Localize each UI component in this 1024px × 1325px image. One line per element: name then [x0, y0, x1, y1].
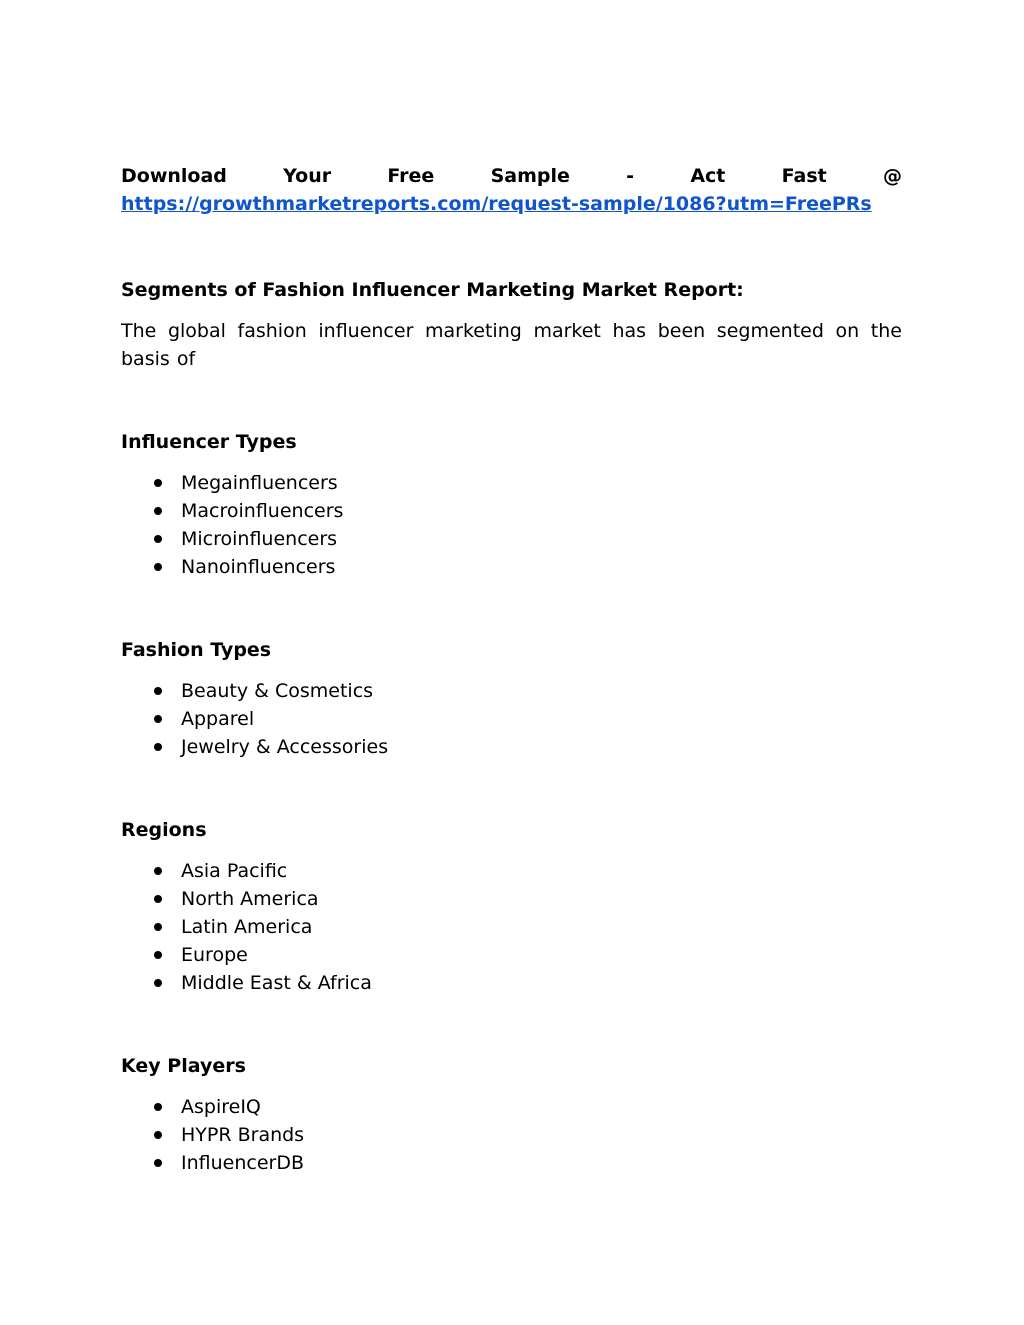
list-item-label: Macroinfluencers	[181, 500, 344, 522]
cta-word: Fast	[781, 165, 827, 187]
segment-list: AspireIQ HYPR Brands InfluencerDB	[121, 1093, 902, 1177]
list-item-label: Apparel	[181, 708, 255, 730]
list-item: Megainfluencers	[121, 469, 902, 497]
list-item: Microinfluencers	[121, 525, 902, 553]
list-item-label: Megainfluencers	[181, 472, 338, 494]
cta-word: @	[883, 165, 902, 187]
segments-intro-paragraph: The global fashion influencer marketing …	[121, 320, 902, 370]
cta-word: -	[626, 165, 635, 187]
list-item: HYPR Brands	[121, 1121, 902, 1149]
list-item-label: Beauty & Cosmetics	[181, 680, 374, 702]
bullet-icon	[154, 979, 162, 987]
list-item-label: Middle East & Africa	[181, 972, 372, 994]
list-item-label: Nanoinfluencers	[181, 556, 336, 578]
segment-title: Influencer Types	[121, 431, 297, 453]
list-item: Macroinfluencers	[121, 497, 902, 525]
segment-title: Key Players	[121, 1055, 246, 1077]
segment-fashion-types: Fashion Types Beauty & Cosmetics Apparel…	[121, 636, 902, 761]
list-item-label: InfluencerDB	[181, 1152, 304, 1174]
list-item-label: Jewelry & Accessories	[181, 736, 389, 758]
cta-word: Act	[690, 165, 726, 187]
bullet-icon	[154, 895, 162, 903]
bullet-icon	[154, 867, 162, 875]
bullet-icon	[154, 923, 162, 931]
bullet-icon	[154, 715, 162, 723]
segment-influencer-types: Influencer Types Megainfluencers Macroin…	[121, 428, 902, 581]
list-item: Asia Pacific	[121, 857, 902, 885]
sample-cta: Download Your Free Sample - Act Fast @ h…	[121, 162, 902, 218]
list-item-label: Microinfluencers	[181, 528, 338, 550]
segments-heading: Segments of Fashion Influencer Marketing…	[121, 279, 744, 301]
list-item-label: Europe	[181, 944, 248, 966]
bullet-icon	[154, 1131, 162, 1139]
list-item-label: AspireIQ	[181, 1096, 261, 1118]
cta-word: Your	[283, 165, 332, 187]
list-item: Nanoinfluencers	[121, 553, 902, 581]
list-item: Europe	[121, 941, 902, 969]
list-item-label: Asia Pacific	[181, 860, 288, 882]
segment-list: Beauty & Cosmetics Apparel Jewelry & Acc…	[121, 677, 902, 761]
cta-word: Download	[121, 165, 227, 187]
bullet-icon	[154, 507, 162, 515]
bullet-icon	[154, 1159, 162, 1167]
list-item-label: North America	[181, 888, 319, 910]
bullet-icon	[154, 743, 162, 751]
cta-text-line: Download Your Free Sample - Act Fast @	[121, 162, 902, 190]
bullet-icon	[154, 479, 162, 487]
list-item: InfluencerDB	[121, 1149, 902, 1177]
segment-title: Regions	[121, 819, 207, 841]
document-page: Download Your Free Sample - Act Fast @ h…	[121, 162, 902, 1177]
segment-list: Megainfluencers Macroinfluencers Microin…	[121, 469, 902, 581]
request-sample-link[interactable]: https://growthmarketreports.com/request-…	[121, 190, 902, 218]
segment-regions: Regions Asia Pacific North America Latin…	[121, 816, 902, 997]
list-item-label: HYPR Brands	[181, 1124, 305, 1146]
cta-word: Sample	[490, 165, 570, 187]
segment-title: Fashion Types	[121, 639, 272, 661]
bullet-icon	[154, 951, 162, 959]
bullet-icon	[154, 535, 162, 543]
list-item: Middle East & Africa	[121, 969, 902, 997]
cta-word: Free	[387, 165, 435, 187]
segment-list: Asia Pacific North America Latin America…	[121, 857, 902, 997]
bullet-icon	[154, 687, 162, 695]
segment-key-players: Key Players AspireIQ HYPR Brands Influen…	[121, 1052, 902, 1177]
list-item: Latin America	[121, 913, 902, 941]
list-item: AspireIQ	[121, 1093, 902, 1121]
bullet-icon	[154, 563, 162, 571]
bullet-icon	[154, 1103, 162, 1111]
list-item: Jewelry & Accessories	[121, 733, 902, 761]
list-item-label: Latin America	[181, 916, 313, 938]
list-item: Apparel	[121, 705, 902, 733]
list-item: North America	[121, 885, 902, 913]
list-item: Beauty & Cosmetics	[121, 677, 902, 705]
